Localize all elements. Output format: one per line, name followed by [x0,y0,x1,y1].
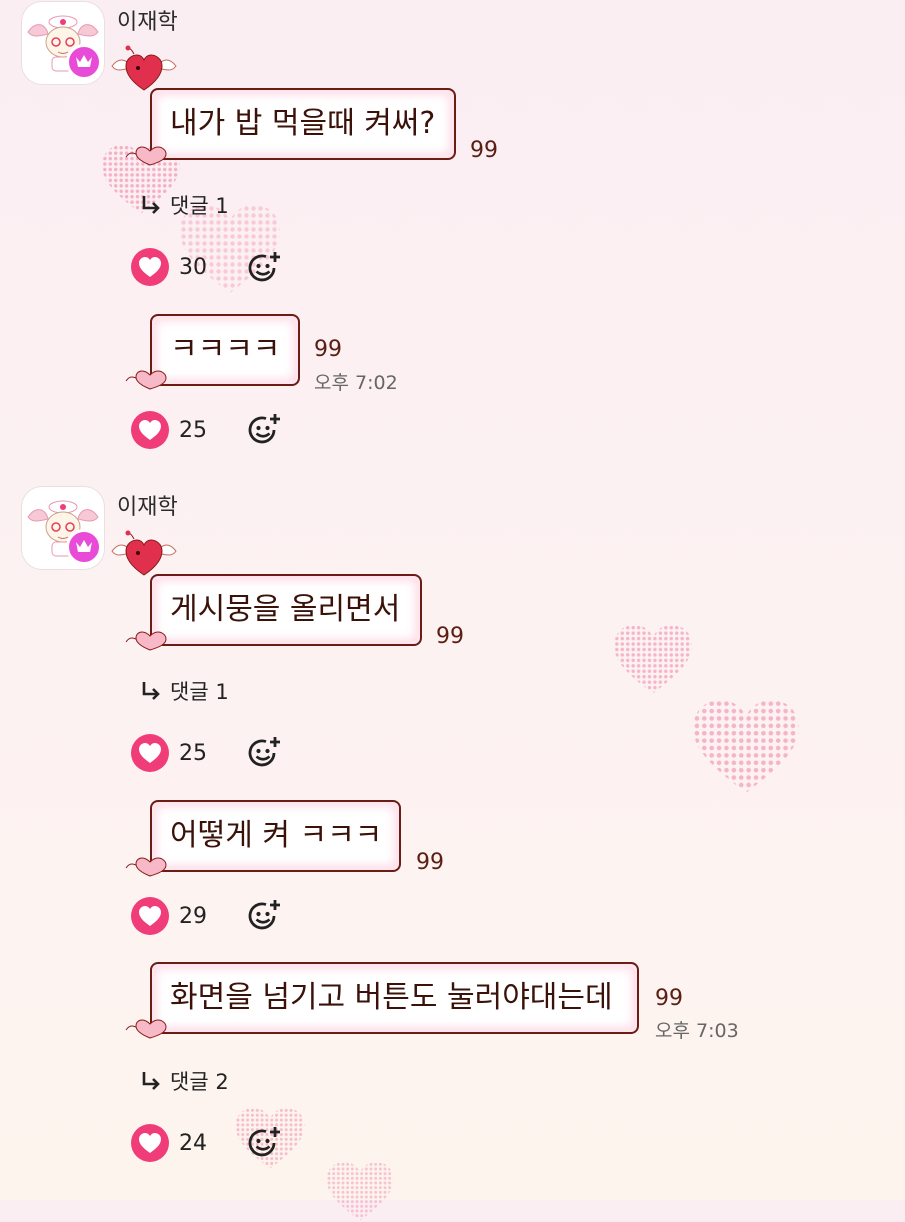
bubble-heart-tail [125,631,167,651]
read-count: 99 [416,850,444,875]
crown-icon [76,540,92,552]
reply-arrow-icon [142,1072,160,1090]
crown-badge [66,44,102,80]
heart-icon [139,420,161,440]
reply-thread-link[interactable]: 댓글 1 [140,676,229,706]
like-count: 25 [179,418,207,443]
winged-heart-icon [111,530,177,576]
timestamp: 오후 7:03 [655,1020,739,1042]
background-heart-decoration [326,1162,394,1221]
bubble-heart-tail [125,370,167,390]
crown-badge [66,529,102,565]
like-button[interactable] [131,248,169,286]
message-bubble[interactable]: 내가 밥 먹을때 켜써? [150,88,456,160]
message-bubble[interactable]: 화면을 넘기고 버튼도 눌러야대는데 [150,962,639,1034]
sender-avatar[interactable] [22,487,104,569]
add-emoji-icon[interactable] [244,1123,284,1163]
message-bubble[interactable]: 어떻게 켜 ㅋㅋㅋ [150,800,401,872]
timestamp: 오후 7:02 [314,372,398,394]
bubble-heart-tail [125,857,167,877]
add-emoji-icon[interactable] [244,733,284,773]
read-count: 99 [470,138,498,163]
message-bubble[interactable]: ㅋㅋㅋㅋ [150,314,300,386]
like-count: 25 [179,741,207,766]
like-count: 30 [179,255,207,280]
like-button[interactable] [131,1124,169,1162]
sender-name: 이재학 [117,10,178,35]
heart-icon [139,906,161,926]
like-button[interactable] [131,734,169,772]
heart-icon [139,1133,161,1153]
add-emoji-icon[interactable] [244,896,284,936]
background-heart-decoration [693,700,799,793]
bubble-heart-tail [125,1019,167,1039]
crown-icon [76,55,92,67]
heart-icon [139,257,161,277]
sender-name: 이재학 [117,495,178,520]
read-count: 99 [436,624,464,649]
reply-thread-link[interactable]: 댓글 2 [140,1066,229,1096]
reply-thread-link[interactable]: 댓글 1 [140,190,229,220]
reply-count-label: 댓글 1 [170,680,229,704]
winged-heart-icon [111,45,177,91]
read-count: 99 [655,986,683,1011]
reply-arrow-icon [142,196,160,214]
heart-icon [139,743,161,763]
like-count: 29 [179,904,207,929]
reply-count-label: 댓글 1 [170,194,229,218]
background-heart-decoration [614,625,692,694]
add-emoji-icon[interactable] [244,248,284,288]
bubble-heart-tail [125,146,167,166]
reply-count-label: 댓글 2 [170,1070,229,1094]
like-button[interactable] [131,897,169,935]
like-button[interactable] [131,411,169,449]
read-count: 99 [314,337,342,362]
reply-arrow-icon [142,682,160,700]
message-bubble[interactable]: 게시뭉을 올리면서 [150,574,422,646]
add-emoji-icon[interactable] [244,410,284,450]
like-count: 24 [179,1131,207,1156]
sender-avatar[interactable] [22,2,104,84]
